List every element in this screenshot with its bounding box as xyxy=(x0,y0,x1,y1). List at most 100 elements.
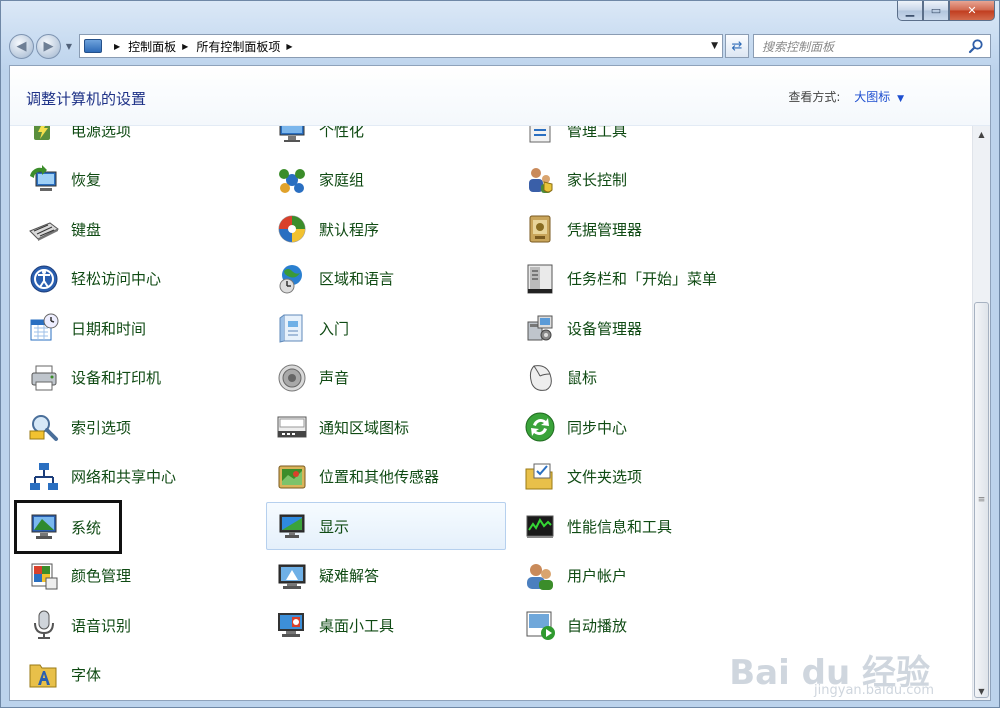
control-panel-item[interactable]: 家庭组 xyxy=(266,156,506,204)
control-panel-item[interactable]: 凭据管理器 xyxy=(514,205,754,253)
control-panel-item-label: 系统 xyxy=(71,518,102,537)
control-panel-item[interactable]: 文件夹选项 xyxy=(514,453,754,501)
breadcrumb-all-items[interactable]: 所有控制面板项 xyxy=(196,38,280,55)
control-panel-item[interactable]: 同步中心 xyxy=(514,403,754,451)
keyboard-icon xyxy=(27,212,61,246)
control-panel-item[interactable]: 通知区域图标 xyxy=(266,403,506,451)
refresh-icon: ⇄ xyxy=(731,38,743,54)
maximize-button[interactable]: ▭ xyxy=(923,1,949,21)
control-panel-item[interactable]: 语音识别 xyxy=(18,601,258,649)
minimize-button[interactable]: ▁ xyxy=(897,1,923,21)
control-panel-item-label: 键盘 xyxy=(71,220,102,239)
control-panel-item-label: 设备和打印机 xyxy=(71,369,162,387)
control-panel-item[interactable]: 位置和其他传感器 xyxy=(266,453,506,501)
control-panel-item[interactable]: 颜色管理 xyxy=(18,552,258,600)
scroll-thumb[interactable]: ≡ xyxy=(974,302,989,698)
location-sensors-icon xyxy=(275,460,309,494)
breadcrumb-chevron-icon[interactable]: ▶ xyxy=(286,42,292,51)
back-button[interactable]: ◀ xyxy=(9,33,34,59)
control-panel-item-label: 鼠标 xyxy=(567,369,598,387)
control-panel-item-label: 设备管理器 xyxy=(567,319,643,338)
view-by-dropdown[interactable]: 大图标 xyxy=(854,90,890,104)
control-panel-item-label: 用户帐户 xyxy=(567,567,628,585)
control-panel-item[interactable]: 恢复 xyxy=(18,156,258,204)
control-panel-item[interactable]: 区域和语言 xyxy=(266,255,506,303)
devices-printers-icon xyxy=(27,361,61,395)
control-panel-item-label: 疑难解答 xyxy=(319,567,380,585)
control-panel-item-label: 自动播放 xyxy=(567,616,628,635)
control-panel-item-label: 字体 xyxy=(71,666,102,684)
control-panel-item[interactable]: 设备和打印机 xyxy=(18,354,258,402)
control-panel-item[interactable]: 鼠标 xyxy=(514,354,754,402)
control-panel-item-label: 区域和语言 xyxy=(319,270,395,288)
fonts-icon xyxy=(27,658,61,692)
control-panel-item[interactable]: 键盘 xyxy=(18,205,258,253)
control-panel-item-label: 恢复 xyxy=(71,171,102,189)
control-panel-item-label: 通知区域图标 xyxy=(319,418,410,437)
control-panel-item[interactable]: 声音 xyxy=(266,354,506,402)
refresh-button[interactable]: ⇄ xyxy=(725,34,749,58)
homegroup-icon xyxy=(275,163,309,197)
personalization-icon xyxy=(275,126,309,147)
breadcrumb-control-panel[interactable]: 控制面板 xyxy=(128,38,176,55)
search-input[interactable]: 搜索控制面板 xyxy=(753,34,991,58)
forward-button[interactable]: ▶ xyxy=(36,33,61,59)
control-panel-item-label: 电源选项 xyxy=(71,126,132,140)
control-panel-item[interactable]: 用户帐户 xyxy=(514,552,754,600)
address-dropdown-icon[interactable]: ▼ xyxy=(711,41,718,51)
control-panel-item[interactable]: 默认程序 xyxy=(266,205,506,253)
control-panel-item[interactable]: 桌面小工具 xyxy=(266,601,506,649)
scroll-up-button[interactable]: ▲ xyxy=(973,126,990,143)
control-panel-item-label: 显示 xyxy=(319,517,350,536)
control-panel-item[interactable]: 管理工具 xyxy=(514,126,754,154)
control-panel-item[interactable]: 系统 xyxy=(14,500,122,554)
control-panel-item-label: 语音识别 xyxy=(71,616,132,635)
breadcrumb-chevron-icon[interactable]: ▶ xyxy=(182,42,188,51)
control-panel-item[interactable]: 疑难解答 xyxy=(266,552,506,600)
folder-options-icon xyxy=(523,460,557,494)
recent-pages-dropdown[interactable]: ▼ xyxy=(63,42,75,51)
control-panel-item[interactable]: 显示 xyxy=(266,502,506,550)
control-panel-window: ▁ ▭ ✕ ◀ ▶ ▼ ▶ 控制面板 ▶ 所有控制面板项 ▶ ▼ ⇄ 搜索控制面… xyxy=(0,0,1000,708)
scroll-down-button[interactable]: ▼ xyxy=(973,683,990,700)
breadcrumb-chevron-icon[interactable]: ▶ xyxy=(114,42,120,51)
control-panel-item[interactable]: 任务栏和「开始」菜单 xyxy=(514,255,754,303)
control-panel-item[interactable]: 性能信息和工具 xyxy=(514,502,754,550)
view-by-control: 查看方式: 大图标 ▼ xyxy=(788,88,904,105)
control-panel-item-label: 颜色管理 xyxy=(71,567,132,585)
taskbar-icon xyxy=(523,262,557,296)
indexing-icon xyxy=(27,410,61,444)
navigation-bar: ◀ ▶ ▼ ▶ 控制面板 ▶ 所有控制面板项 ▶ ▼ ⇄ 搜索控制面板 xyxy=(9,33,991,59)
control-panel-item[interactable]: 入门 xyxy=(266,304,506,352)
desktop-gadgets-icon xyxy=(275,608,309,642)
control-panel-item-label: 网络和共享中心 xyxy=(71,468,177,486)
search-icon[interactable] xyxy=(968,38,984,54)
speech-recognition-icon xyxy=(27,608,61,642)
display-icon xyxy=(275,509,309,543)
forward-arrow-icon: ▶ xyxy=(43,38,54,54)
control-panel-item-label: 文件夹选项 xyxy=(567,468,643,486)
network-sharing-icon xyxy=(27,460,61,494)
ease-of-access-icon xyxy=(27,262,61,296)
control-panel-item[interactable]: 个性化 xyxy=(266,126,506,154)
close-button[interactable]: ✕ xyxy=(949,1,995,21)
control-panel-item[interactable]: 轻松访问中心 xyxy=(18,255,258,303)
control-panel-item-label: 默认程序 xyxy=(319,220,380,239)
control-panel-item-label: 家长控制 xyxy=(567,171,628,189)
control-panel-item[interactable]: 字体 xyxy=(18,651,258,699)
control-panel-item[interactable]: 索引选项 xyxy=(18,403,258,451)
page-title: 调整计算机的设置 xyxy=(26,90,147,108)
control-panel-item[interactable]: 设备管理器 xyxy=(514,304,754,352)
control-panel-item[interactable]: 网络和共享中心 xyxy=(18,453,258,501)
view-by-label: 查看方式: xyxy=(788,90,841,104)
chevron-down-icon[interactable]: ▼ xyxy=(897,94,904,104)
control-panel-item[interactable]: 电源选项 xyxy=(18,126,258,154)
control-panel-item[interactable]: 日期和时间 xyxy=(18,304,258,352)
control-panel-item-label: 性能信息和工具 xyxy=(567,517,673,536)
control-panel-item[interactable]: 家长控制 xyxy=(514,156,754,204)
vertical-scrollbar[interactable]: ▲ ≡ ▼ xyxy=(972,126,990,700)
power-options-icon xyxy=(27,126,61,147)
address-bar[interactable]: ▶ 控制面板 ▶ 所有控制面板项 ▶ ▼ xyxy=(79,34,723,58)
control-panel-items: 电源选项 个性化 管理工具恢复 家庭组 家长控制键盘 默认程序 凭据管理器轻松访问中心 区域和… xyxy=(10,126,972,700)
control-panel-item[interactable]: 自动播放 xyxy=(514,601,754,649)
